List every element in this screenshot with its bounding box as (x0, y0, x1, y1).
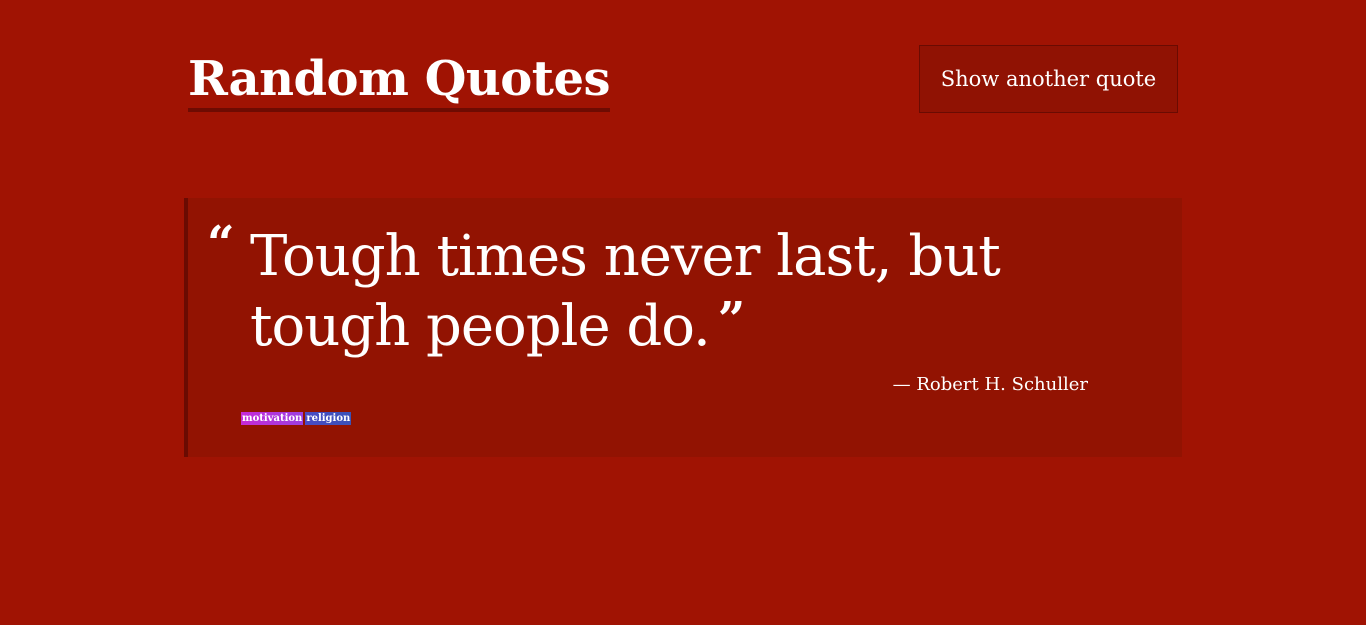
open-quote-mark: “ (207, 216, 235, 272)
tag-religion[interactable]: religion (305, 412, 352, 425)
tag-motivation[interactable]: motivation (241, 412, 304, 425)
quote-text: Tough times never last, but tough people… (250, 224, 1001, 359)
show-another-quote-button[interactable]: Show another quote (919, 45, 1178, 113)
page-title: Random Quotes (188, 50, 611, 112)
tag-list: motivation religion (241, 412, 352, 425)
close-quote-mark: ” (717, 292, 746, 348)
quote-author: — Robert H. Schuller (892, 374, 1088, 395)
quote-card: “ Tough times never last, but tough peop… (184, 198, 1182, 457)
quote-text-block: Tough times never last, but tough people… (250, 222, 1150, 362)
page: Random Quotes Show another quote “ Tough… (0, 0, 1366, 625)
